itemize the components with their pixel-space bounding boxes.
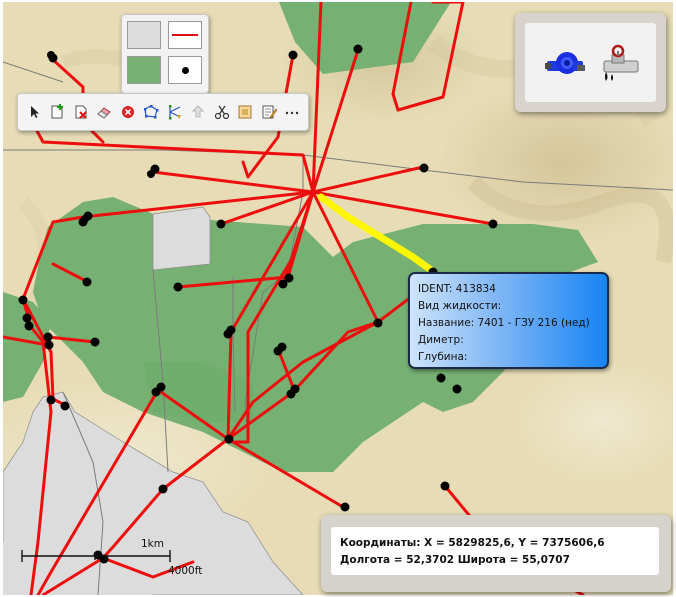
new-document-icon xyxy=(51,104,63,119)
coordinates-panel: Координаты: X = 5829825,6, Y = 7375606,6… xyxy=(321,515,671,592)
add-object-button[interactable] xyxy=(46,100,69,124)
style-swatch-panel xyxy=(121,14,209,94)
scale-bar: 1km 4000ft xyxy=(20,538,202,580)
edit-toolbar xyxy=(17,93,309,131)
point-swatch[interactable] xyxy=(168,56,202,84)
cut-button[interactable] xyxy=(210,100,233,124)
coordinates-lonlat: Долгота = 52,3702 Широта = 55,0707 xyxy=(340,554,570,566)
tooltip-depth: Глубина: xyxy=(418,351,468,363)
layer-panel-inner xyxy=(525,23,656,102)
ellipsis-icon xyxy=(285,111,299,115)
edit-vertices-button[interactable] xyxy=(140,100,163,124)
delete-object-button[interactable] xyxy=(69,100,92,124)
red-x-icon xyxy=(121,106,134,118)
scale-km-label: 1km xyxy=(141,538,164,550)
scale-ft-label: 4000ft xyxy=(168,565,203,577)
line-swatch[interactable] xyxy=(168,21,202,49)
edit-attributes-button[interactable] xyxy=(257,100,280,124)
tooltip-fluid-type: Вид жидкости: xyxy=(418,300,502,312)
layer-panel xyxy=(515,13,666,112)
move-button[interactable] xyxy=(187,100,210,124)
split-vertices-icon xyxy=(168,105,181,120)
scissors-icon xyxy=(214,105,229,120)
coordinates-xy: Координаты: X = 5829825,6, Y = 7375606,6 xyxy=(340,537,605,549)
properties-icon xyxy=(238,105,252,119)
polygon-vertices-icon xyxy=(144,105,159,119)
coordinates-box: Координаты: X = 5829825,6, Y = 7375606,6… xyxy=(331,527,659,575)
tooltip-ident: IDENT: 413834 xyxy=(418,283,496,295)
cancel-button[interactable] xyxy=(116,100,139,124)
split-line-button[interactable] xyxy=(163,100,186,124)
delete-document-icon xyxy=(75,105,87,119)
more-button[interactable] xyxy=(281,100,304,124)
eraser-icon xyxy=(97,107,111,119)
tooltip-name: Название: 7401 - ГЗУ 216 (нед) xyxy=(418,317,590,329)
tooltip-diameter: Диметр: xyxy=(418,334,464,346)
fill-swatch[interactable] xyxy=(127,21,161,49)
cursor-icon xyxy=(30,106,39,118)
properties-button[interactable] xyxy=(234,100,257,124)
pipe-info-tooltip: IDENT: 413834 Вид жидкости: Название: 74… xyxy=(408,272,609,369)
select-tool-button[interactable] xyxy=(22,100,45,124)
eraser-button[interactable] xyxy=(93,100,116,124)
blue-valve-icon[interactable] xyxy=(545,43,585,83)
area-swatch[interactable] xyxy=(127,56,161,84)
leaking-pipe-icon[interactable] xyxy=(600,43,640,83)
edit-notes-icon xyxy=(262,105,277,119)
move-icon xyxy=(192,105,204,118)
